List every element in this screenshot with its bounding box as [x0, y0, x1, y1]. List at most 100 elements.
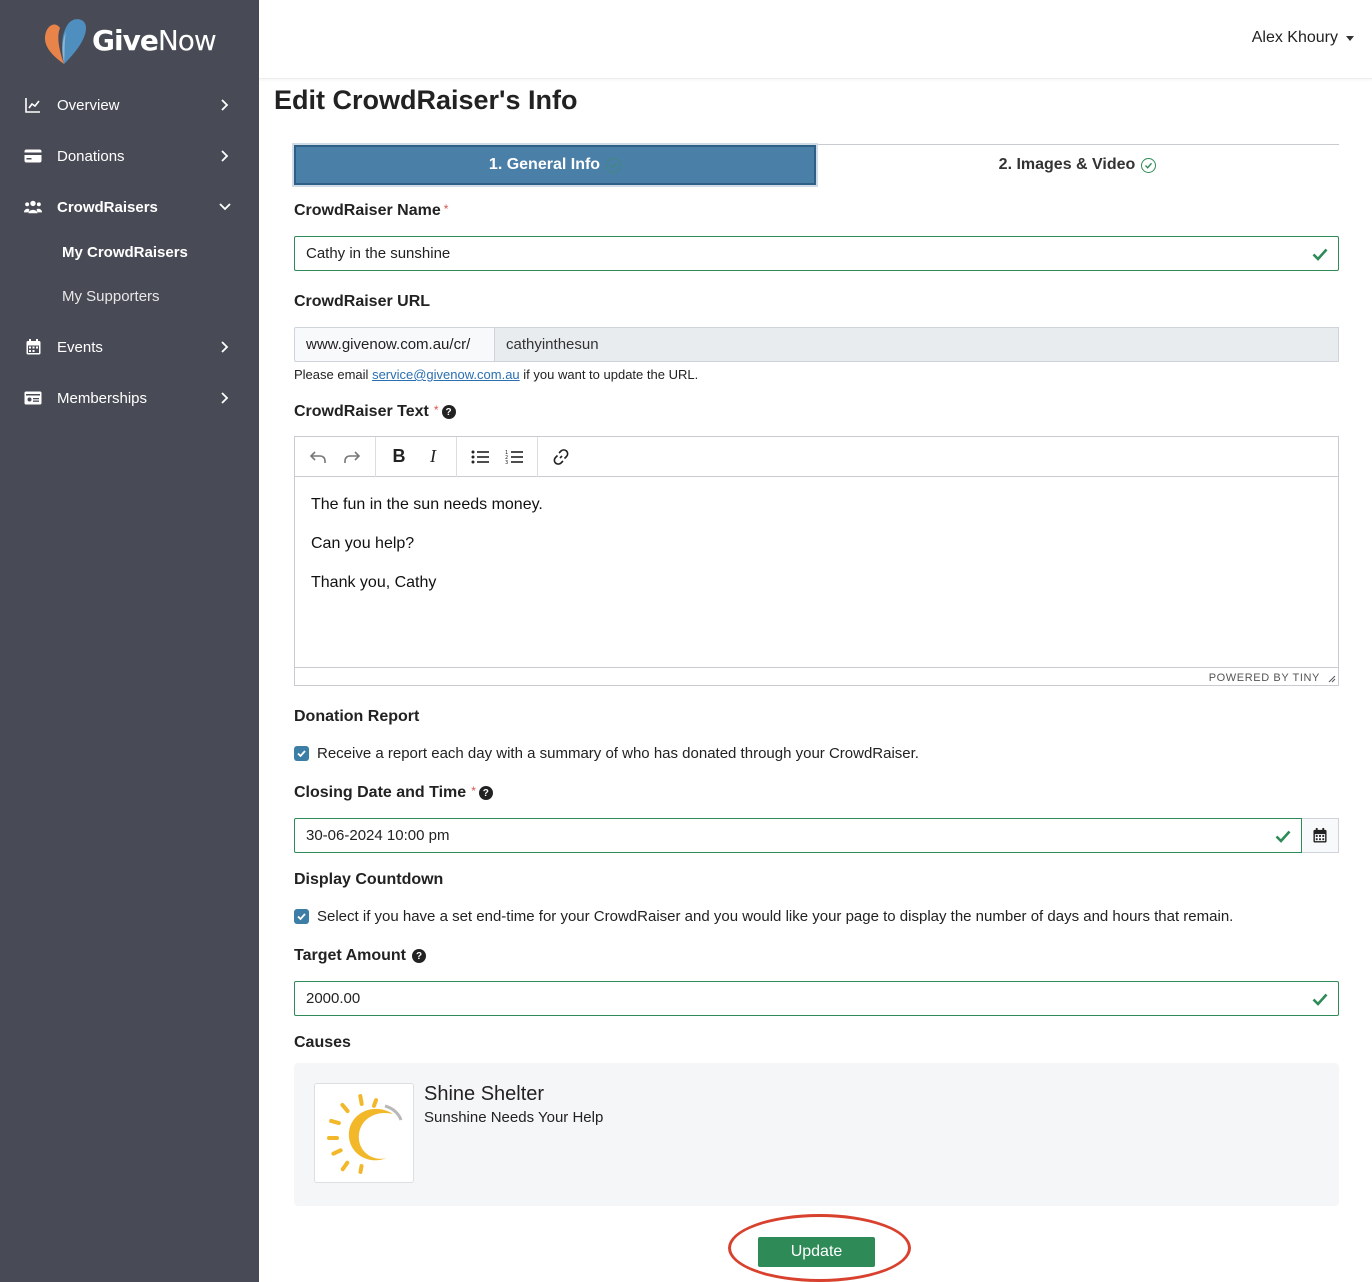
tab-label: 1. General Info: [488, 156, 601, 173]
valid-check-icon: [1312, 993, 1328, 1006]
closing-date-label: Closing Date and Time * ?: [294, 784, 493, 802]
donation-report-label: Donation Report: [294, 708, 420, 725]
resize-handle-icon[interactable]: [1328, 675, 1336, 683]
calendar-icon: [24, 338, 42, 356]
user-menu-dropdown[interactable]: Alex Khoury: [1252, 29, 1354, 47]
crowdraiser-url-input: cathyinthesun: [495, 327, 1339, 362]
page-title: Edit CrowdRaiser's Info: [274, 85, 578, 115]
crowdraiser-name-label: CrowdRaiser Name *: [294, 202, 449, 219]
input-value: 2000.00: [306, 990, 361, 1007]
editor-paragraph: Thank you, Cathy: [311, 574, 437, 591]
sidebar-item-overview[interactable]: Overview: [0, 85, 259, 125]
numbered-list-icon[interactable]: 123: [497, 440, 531, 474]
svg-text:3: 3: [505, 460, 508, 465]
calendar-picker-button[interactable]: [1302, 818, 1339, 853]
chevron-right-icon: [221, 150, 229, 162]
chart-line-icon: [24, 96, 42, 114]
powered-by-tiny[interactable]: POWERED BY TINY: [1209, 672, 1320, 684]
cause-card: Shine Shelter Sunshine Needs Your Help: [294, 1063, 1339, 1206]
credit-card-icon: [24, 147, 42, 165]
required-marker: *: [471, 784, 476, 798]
sidebar-item-donations[interactable]: Donations: [0, 136, 259, 176]
sidebar-item-events[interactable]: Events: [0, 327, 259, 367]
italic-icon[interactable]: I: [416, 440, 450, 474]
tab-label: 2. Images & Video: [998, 156, 1136, 173]
history-group: [295, 436, 376, 477]
cause-logo: [314, 1083, 414, 1183]
users-icon: [24, 198, 42, 216]
sidebar-item-memberships[interactable]: Memberships: [0, 378, 259, 418]
help-icon[interactable]: ?: [478, 786, 493, 800]
target-amount-label: Target Amount ?: [294, 947, 426, 965]
bullet-list-icon[interactable]: [463, 440, 497, 474]
checkbox-label: Select if you have a set end-time for yo…: [317, 908, 1234, 925]
causes-label: Causes: [294, 1034, 351, 1051]
sidebar-item-label: Events: [57, 338, 103, 356]
tab-general-info[interactable]: 1. General Info: [294, 145, 816, 185]
logo-wordmark: GiveNow: [92, 23, 217, 57]
sidebar-item-crowdraisers[interactable]: CrowdRaisers: [0, 187, 259, 227]
link-icon[interactable]: [544, 440, 578, 474]
cause-tagline: Sunshine Needs Your Help: [424, 1109, 604, 1126]
input-value: 30-06-2024 10:00 pm: [306, 827, 450, 844]
sidebar-item-label: Memberships: [57, 389, 148, 407]
chevron-down-icon: [219, 203, 231, 211]
calendar-icon: [1313, 828, 1327, 843]
check-circle-icon: [606, 157, 622, 173]
donation-report-checkbox[interactable]: [294, 746, 309, 761]
crowdraiser-url-label: CrowdRaiser URL: [294, 293, 431, 310]
url-help-text: Please email service@givenow.com.au if y…: [294, 367, 699, 382]
caret-down-icon: [1346, 35, 1354, 41]
chevron-right-icon: [221, 99, 229, 111]
crowdraiser-name-input[interactable]: Cathy in the sunshine: [294, 236, 1339, 271]
required-marker: *: [433, 403, 439, 417]
givenow-heart-logo-icon: [44, 19, 86, 64]
editor-paragraph: The fun in the sun needs money.: [311, 496, 543, 513]
chevron-right-icon: [221, 392, 229, 404]
donation-report-row: Receive a report each day with a summary…: [294, 745, 919, 762]
input-value: Cathy in the sunshine: [306, 245, 451, 262]
id-card-icon: [24, 389, 42, 407]
givenow-logo[interactable]: GiveNow: [40, 14, 217, 66]
required-marker: *: [443, 202, 449, 216]
redo-icon[interactable]: [335, 440, 369, 474]
list-group: 123: [457, 436, 538, 477]
tab-images-video[interactable]: 2. Images & Video: [816, 145, 1339, 185]
format-group: B I: [376, 436, 457, 477]
closing-date-group: 30-06-2024 10:00 pm: [294, 818, 1339, 853]
check-circle-icon: [1141, 157, 1157, 173]
sidebar-subitem-my-supporters[interactable]: My Supporters: [62, 288, 160, 305]
user-name: Alex Khoury: [1251, 29, 1338, 46]
display-countdown-label: Display Countdown: [294, 871, 444, 888]
closing-date-input[interactable]: 30-06-2024 10:00 pm: [294, 818, 1302, 853]
valid-check-icon: [1275, 830, 1291, 843]
display-countdown-row: Select if you have a set end-time for yo…: [294, 908, 1233, 925]
target-amount-input[interactable]: 2000.00: [294, 981, 1339, 1016]
help-icon[interactable]: ?: [441, 405, 456, 419]
valid-check-icon: [1312, 248, 1328, 261]
sidebar-item-label: Donations: [57, 147, 125, 165]
form-tabs: 1. General Info 2. Images & Video: [294, 144, 1339, 186]
rich-text-editor: B I 123 The fun in the sun needs money. …: [294, 436, 1339, 686]
chevron-right-icon: [221, 341, 229, 353]
crowdraiser-text-label: CrowdRaiser Text * ?: [294, 403, 456, 421]
sidebar-item-label: Overview: [57, 96, 120, 114]
highlight-annotation-ellipse: [728, 1214, 911, 1282]
editor-toolbar: B I 123: [295, 436, 1338, 477]
link-group: [538, 437, 584, 477]
url-prefix: www.givenow.com.au/cr/: [294, 327, 495, 362]
sidebar: GiveNow Overview Donations CrowdRaisers …: [0, 0, 259, 1282]
top-bar: Alex Khoury: [259, 0, 1372, 79]
checkbox-label: Receive a report each day with a summary…: [317, 745, 919, 762]
service-email-link[interactable]: service@givenow.com.au: [372, 367, 520, 382]
editor-paragraph: Can you help?: [311, 535, 415, 552]
cause-name: Shine Shelter: [424, 1083, 545, 1105]
sidebar-item-label: CrowdRaisers: [57, 198, 158, 216]
editor-content[interactable]: The fun in the sun needs money. Can you …: [295, 477, 1338, 668]
sidebar-subitem-my-crowdraisers[interactable]: My CrowdRaisers: [62, 244, 188, 261]
help-icon[interactable]: ?: [412, 949, 426, 963]
sun-logo-icon: [327, 1094, 403, 1174]
undo-icon[interactable]: [301, 440, 335, 474]
display-countdown-checkbox[interactable]: [294, 909, 309, 924]
bold-icon[interactable]: B: [382, 440, 416, 474]
